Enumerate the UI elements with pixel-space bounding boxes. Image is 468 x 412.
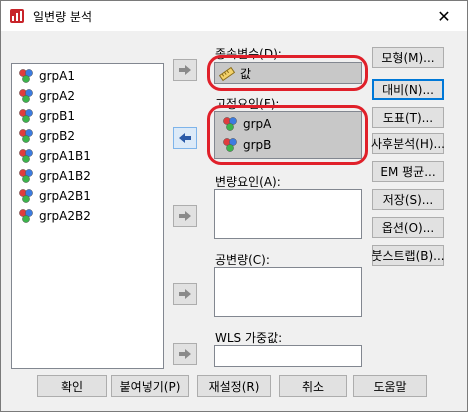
variable-item-label: grpA1B2 bbox=[39, 169, 91, 183]
variable-item[interactable]: grpA2 bbox=[18, 86, 75, 106]
source-variable-list[interactable]: grpA1 grpA2 grpB1 grpB2 grpA1B1 grpA1B2 grpA2B… bbox=[11, 63, 164, 369]
variable-item[interactable]: grpA1B2 bbox=[18, 166, 91, 186]
move-to-fixed-factors-button[interactable] bbox=[173, 127, 197, 149]
variable-item[interactable]: grpA2B1 bbox=[18, 186, 91, 206]
fixed-factors-highlight bbox=[207, 105, 368, 165]
wls-weight-label: WLS 가중값: bbox=[215, 331, 283, 345]
variable-item[interactable]: grpB1 bbox=[18, 106, 75, 126]
nominal-variable-icon bbox=[19, 89, 33, 103]
move-to-covariates-button[interactable] bbox=[173, 283, 197, 305]
close-button[interactable]: ✕ bbox=[421, 1, 467, 31]
variable-item-label: grpA1 bbox=[39, 69, 76, 83]
bootstrap-button[interactable]: 붓스트랩(B)... bbox=[371, 245, 445, 266]
save-button[interactable]: 저장(S)... bbox=[372, 189, 444, 210]
model-button[interactable]: 모형(M)... bbox=[372, 47, 444, 68]
arrow-right-icon bbox=[179, 65, 191, 75]
nominal-variable-icon bbox=[19, 129, 33, 143]
ok-button[interactable]: 확인 bbox=[37, 375, 107, 397]
univariate-dialog: 일변량 분석 ✕ grpA1 grpA2 grpB1 grpB2 grpA1B1 grpA… bbox=[0, 0, 468, 412]
arrow-left-icon bbox=[179, 133, 191, 143]
variable-item[interactable]: grpB2 bbox=[18, 126, 75, 146]
arrow-right-icon bbox=[179, 211, 191, 221]
post-hoc-button[interactable]: 사후분석(H)... bbox=[371, 133, 445, 154]
variable-item-label: grpA2B2 bbox=[39, 209, 91, 223]
wls-weight-field[interactable] bbox=[214, 345, 362, 367]
variable-item-label: grpA2B1 bbox=[39, 189, 91, 203]
close-icon: ✕ bbox=[437, 6, 451, 26]
nominal-variable-icon bbox=[19, 209, 33, 223]
dependent-highlight bbox=[207, 55, 368, 91]
title-bar: 일변량 분석 ✕ bbox=[1, 1, 467, 31]
move-to-random-factors-button[interactable] bbox=[173, 205, 197, 227]
move-to-dependent-button[interactable] bbox=[173, 59, 197, 81]
plots-button[interactable]: 도표(T)... bbox=[372, 107, 444, 128]
covariates-list[interactable] bbox=[214, 267, 362, 317]
reset-button[interactable]: 재설정(R) bbox=[197, 375, 271, 397]
em-means-button[interactable]: EM 평균... bbox=[372, 161, 444, 182]
variable-item-label: grpA1B1 bbox=[39, 149, 91, 163]
random-factors-list[interactable] bbox=[214, 189, 362, 239]
covariates-label: 공변량(C): bbox=[215, 253, 270, 267]
paste-button[interactable]: 붙여넣기(P) bbox=[111, 375, 189, 397]
nominal-variable-icon bbox=[19, 149, 33, 163]
nominal-variable-icon bbox=[19, 169, 33, 183]
cancel-button[interactable]: 취소 bbox=[279, 375, 347, 397]
variable-item-label: grpB2 bbox=[39, 129, 76, 143]
move-to-wls-button[interactable] bbox=[173, 343, 197, 365]
variable-item[interactable]: grpA2B2 bbox=[18, 206, 91, 226]
arrow-right-icon bbox=[179, 349, 191, 359]
variable-item[interactable]: grpA1B1 bbox=[18, 146, 91, 166]
random-factors-label: 변량요인(A): bbox=[215, 175, 281, 189]
contrasts-button[interactable]: 대비(N)... bbox=[372, 79, 444, 100]
nominal-variable-icon bbox=[19, 69, 33, 83]
options-button[interactable]: 옵션(O)... bbox=[372, 217, 444, 238]
nominal-variable-icon bbox=[19, 189, 33, 203]
variable-item[interactable]: grpA1 bbox=[18, 66, 75, 86]
help-button[interactable]: 도움말 bbox=[353, 375, 427, 397]
app-icon bbox=[10, 9, 24, 23]
variable-item-label: grpB1 bbox=[39, 109, 76, 123]
variable-item-label: grpA2 bbox=[39, 89, 76, 103]
arrow-right-icon bbox=[179, 289, 191, 299]
window-title: 일변량 분석 bbox=[33, 10, 93, 24]
nominal-variable-icon bbox=[19, 109, 33, 123]
